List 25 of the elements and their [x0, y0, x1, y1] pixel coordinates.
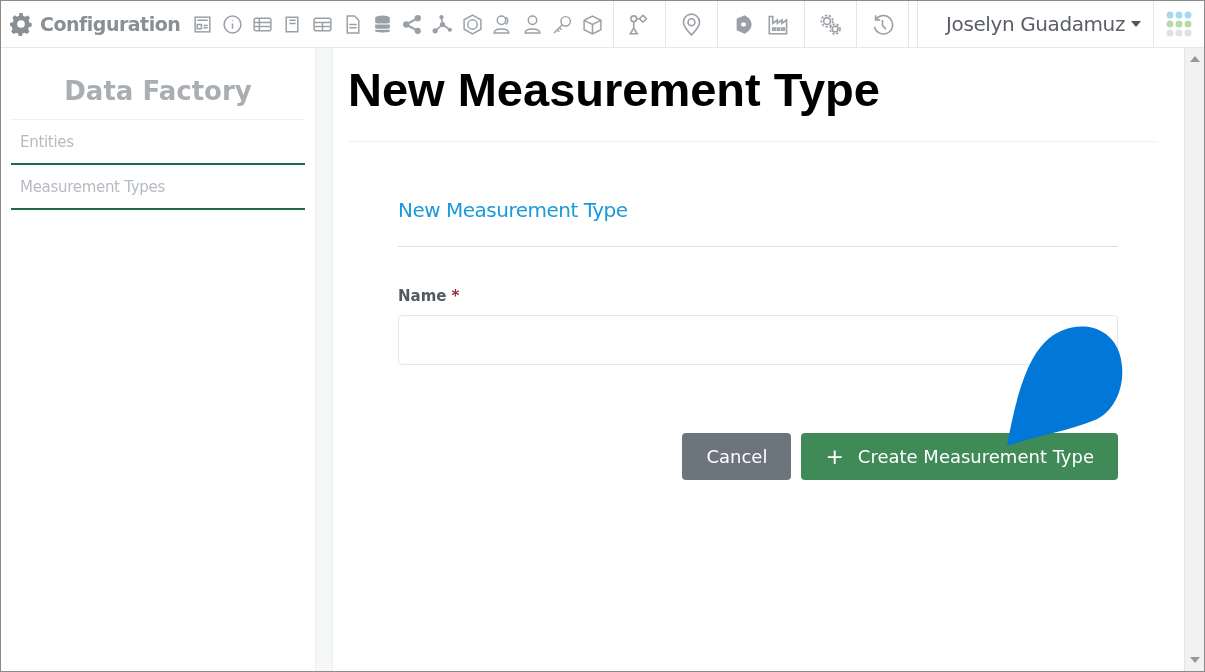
sidebar-title: Data Factory: [11, 48, 305, 120]
key-icon[interactable]: [552, 13, 574, 35]
cube-icon[interactable]: [582, 13, 604, 35]
name-field[interactable]: [398, 315, 1118, 365]
app-title: Configuration: [40, 13, 181, 35]
form-title: New Measurement Type: [398, 198, 1118, 247]
layout-icon[interactable]: [192, 13, 214, 35]
gears-icon[interactable]: [819, 12, 843, 36]
field-label: Name: [398, 287, 447, 305]
app-grid-icon[interactable]: [1166, 11, 1192, 37]
scroll-down-icon[interactable]: [1189, 657, 1200, 663]
share-icon[interactable]: [402, 13, 424, 35]
network-icon[interactable]: [432, 13, 454, 35]
info-icon[interactable]: [222, 13, 244, 35]
user-menu[interactable]: Joselyn Guadamuz: [917, 1, 1153, 47]
cancel-button[interactable]: Cancel: [682, 433, 792, 480]
required-mark: *: [451, 287, 460, 305]
history-icon[interactable]: [871, 12, 895, 36]
page-title: New Measurement Type: [348, 62, 1158, 142]
scroll-up-icon[interactable]: [1189, 56, 1200, 62]
user-icon[interactable]: [522, 13, 544, 35]
create-button[interactable]: + Create Measurement Type: [801, 433, 1118, 480]
settings-icon[interactable]: [9, 12, 33, 36]
hexagon-badge-icon[interactable]: [462, 13, 484, 35]
caret-icon: [1131, 21, 1141, 27]
